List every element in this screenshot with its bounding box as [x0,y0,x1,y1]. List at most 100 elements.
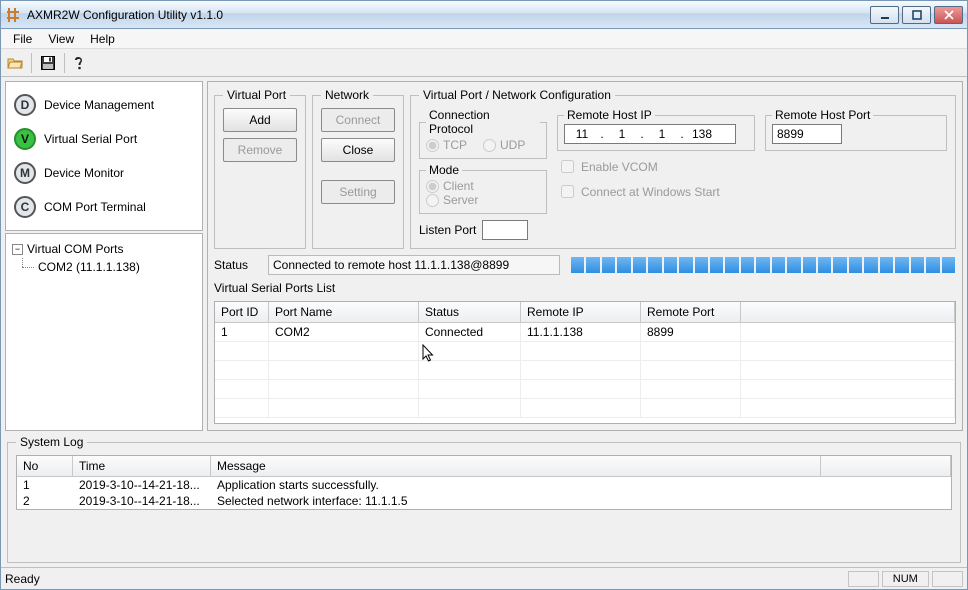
group-virtual-port: Virtual Port Add Remove [214,88,306,249]
open-button[interactable] [3,51,27,75]
tree-child-label: COM2 (11.1.1.138) [38,260,140,274]
vsp-grid-header: Port ID Port Name Status Remote IP Remot… [215,302,955,323]
toolbar [1,49,967,77]
col-status[interactable]: Status [419,302,521,322]
log-grid-body: 12019-3-10--14-21-18...Application start… [17,477,951,509]
nav-icon-c: C [14,196,36,218]
check-connect-start[interactable]: Connect at Windows Start [557,182,755,201]
main-area: D Device Management V Virtual Serial Por… [1,77,967,435]
ip-octet-4[interactable] [685,126,719,142]
status-label: Status [214,258,258,272]
remote-port-input[interactable]: 8899 [772,124,842,144]
tree-box: − Virtual COM Ports COM2 (11.1.1.138) [5,233,203,431]
check-enable-vcom[interactable]: Enable VCOM [557,157,755,176]
col-remote-ip[interactable]: Remote IP [521,302,641,322]
table-row[interactable]: 12019-3-10--14-21-18...Application start… [17,477,951,493]
add-button[interactable]: Add [223,108,297,132]
legend-vpnc: Virtual Port / Network Configuration [419,88,615,102]
tree-root[interactable]: − Virtual COM Ports [10,240,198,258]
status-ready: Ready [5,572,40,586]
connect-button[interactable]: Connect [321,108,395,132]
app-icon [5,7,21,23]
menu-file[interactable]: File [5,30,40,48]
col-spacer [821,456,951,476]
nav-icon-v: V [14,128,36,150]
menu-bar: File View Help [1,29,967,49]
left-panel: D Device Management V Virtual Serial Por… [5,81,203,431]
status-empty-cell [848,571,879,587]
group-system-log: System Log No Time Message 12019-3-10--1… [7,435,961,563]
log-grid-header: No Time Message [17,456,951,477]
vsp-grid[interactable]: Port ID Port Name Status Remote IP Remot… [214,301,956,424]
table-row [215,342,955,361]
window-title: AXMR2W Configuration Utility v1.1.0 [27,8,870,22]
toolbar-sep [31,53,32,73]
config-row: Virtual Port Add Remove Network Connect … [214,88,956,249]
log-grid[interactable]: No Time Message 12019-3-10--14-21-18...A… [16,455,952,510]
ip-octet-2[interactable] [605,126,639,142]
right-panel: Virtual Port Add Remove Network Connect … [207,81,963,431]
legend-virtual-port: Virtual Port [223,88,290,102]
menu-view[interactable]: View [40,30,82,48]
toolbar-sep [64,53,65,73]
legend-remote-ip: Remote Host IP [564,108,655,122]
table-row[interactable]: 22019-3-10--14-21-18...Selected network … [17,493,951,509]
legend-mode: Mode [426,163,462,177]
table-row [215,380,955,399]
save-button[interactable] [36,51,60,75]
tree-root-label: Virtual COM Ports [27,242,123,256]
listen-port-label: Listen Port [419,223,476,237]
about-button[interactable] [69,51,93,75]
col-spacer [741,302,955,322]
nav-box: D Device Management V Virtual Serial Por… [5,81,203,231]
tree-toggle-icon[interactable]: − [12,244,23,255]
table-row [215,361,955,380]
listen-port-input[interactable] [482,220,528,240]
setting-button[interactable]: Setting [321,180,395,204]
remove-button[interactable]: Remove [223,138,297,162]
nav-label: Device Monitor [44,166,124,180]
col-message[interactable]: Message [211,456,821,476]
nav-icon-m: M [14,162,36,184]
maximize-button[interactable] [902,6,931,24]
col-port-id[interactable]: Port ID [215,302,269,322]
vsp-list-label: Virtual Serial Ports List [214,281,956,295]
col-port-name[interactable]: Port Name [269,302,419,322]
menu-help[interactable]: Help [82,30,123,48]
status-field: Connected to remote host 11.1.1.138@8899 [268,255,560,275]
col-time[interactable]: Time [73,456,211,476]
vsp-grid-body: 1COM2Connected11.1.1.1388899 [215,323,955,418]
nav-icon-d: D [14,94,36,116]
radio-udp[interactable]: UDP [483,138,525,152]
group-remote-ip: Remote Host IP . . . [557,108,755,151]
nav-device-monitor[interactable]: M Device Monitor [10,156,198,190]
remote-ip-input[interactable]: . . . [564,124,736,144]
status-bar: Ready NUM [1,567,967,589]
status-row: Status Connected to remote host 11.1.1.1… [214,255,956,275]
legend-remote-port: Remote Host Port [772,108,873,122]
title-bar: AXMR2W Configuration Utility v1.1.0 [1,1,967,29]
listen-port-row: Listen Port [419,220,547,240]
progress-bar [570,256,956,274]
radio-client[interactable]: Client [426,179,540,193]
table-row[interactable]: 1COM2Connected11.1.1.1388899 [215,323,955,342]
col-no[interactable]: No [17,456,73,476]
group-vpnc: Virtual Port / Network Configuration Con… [410,88,956,249]
close-button[interactable] [934,6,963,24]
ip-octet-1[interactable] [565,126,599,142]
nav-label: Device Management [44,98,154,112]
minimize-button[interactable] [870,6,899,24]
nav-device-management[interactable]: D Device Management [10,88,198,122]
nav-virtual-serial-port[interactable]: V Virtual Serial Port [10,122,198,156]
group-network: Network Connect Close Setting [312,88,404,249]
legend-system-log: System Log [16,435,87,449]
radio-server[interactable]: Server [426,193,540,207]
radio-tcp[interactable]: TCP [426,138,467,152]
ip-octet-3[interactable] [645,126,679,142]
group-mode: Mode Client Server [419,163,547,214]
group-conn-proto: Connection Protocol TCP UDP [419,108,547,159]
col-remote-port[interactable]: Remote Port [641,302,741,322]
close-net-button[interactable]: Close [321,138,395,162]
tree-child[interactable]: COM2 (11.1.1.138) [10,258,198,276]
nav-com-port-terminal[interactable]: C COM Port Terminal [10,190,198,224]
